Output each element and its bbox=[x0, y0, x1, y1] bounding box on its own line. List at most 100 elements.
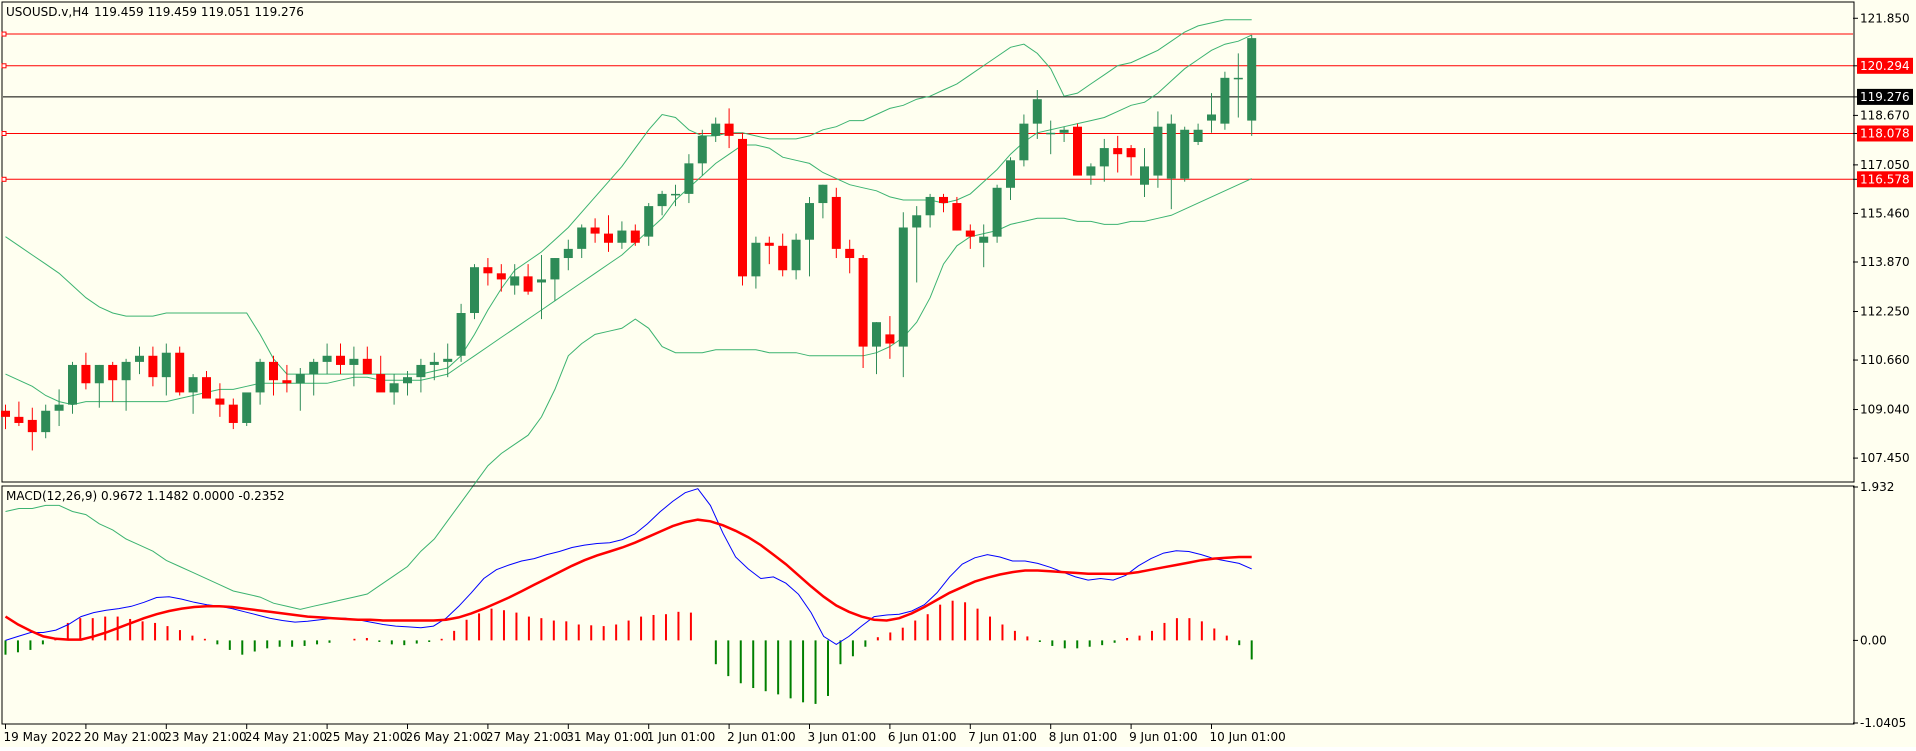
candle bbox=[470, 264, 479, 320]
candle bbox=[831, 187, 841, 259]
price-tick-label: 110.660 bbox=[1860, 353, 1910, 367]
candle-body bbox=[1166, 123, 1176, 179]
candle-body bbox=[27, 419, 37, 433]
candle-body bbox=[1180, 129, 1190, 179]
time-tick-label: 26 May 21:00 bbox=[406, 730, 488, 744]
candle-body bbox=[188, 377, 198, 393]
time-tick-label: 31 May 01:00 bbox=[566, 730, 648, 744]
time-tick-label: 7 Jun 01:00 bbox=[968, 730, 1037, 744]
candle-body bbox=[952, 203, 962, 231]
trading-chart-window[interactable]: 121.850 120.294 119.276 118.670 118.078 117.0… bbox=[0, 0, 1916, 747]
candle-body bbox=[470, 267, 479, 314]
candle-body bbox=[630, 230, 640, 243]
chart-canvas[interactable]: 121.850 120.294 119.276 118.670 118.078 117.0… bbox=[0, 0, 1916, 747]
candle-body bbox=[376, 374, 386, 393]
current-price-tag-label: 119.276 bbox=[1860, 90, 1910, 104]
candle-body bbox=[403, 377, 412, 384]
candle-body bbox=[135, 355, 144, 362]
candle-body bbox=[148, 355, 158, 378]
time-tick-label: 9 Jun 01:00 bbox=[1129, 730, 1198, 744]
candle-body bbox=[738, 138, 747, 277]
candle-body bbox=[858, 258, 868, 347]
candle-body bbox=[161, 352, 171, 378]
time-tick-label: 6 Jun 01:00 bbox=[888, 730, 957, 744]
candle-body bbox=[724, 123, 734, 136]
level-price-tag-label: 118.078 bbox=[1860, 126, 1910, 140]
candle-body bbox=[751, 242, 761, 277]
candle-body bbox=[228, 404, 238, 423]
candle-body bbox=[523, 276, 533, 292]
candle-body bbox=[1019, 123, 1029, 161]
time-tick-label: 10 Jun 01:00 bbox=[1210, 730, 1286, 744]
candle-body bbox=[456, 313, 466, 356]
candle-body bbox=[657, 193, 667, 207]
candle-body bbox=[242, 392, 252, 423]
candle-body bbox=[979, 236, 989, 243]
candle-body bbox=[1113, 148, 1123, 155]
candle-body bbox=[295, 374, 305, 384]
candle-body bbox=[483, 267, 493, 274]
candle bbox=[1073, 123, 1082, 176]
macd-tick-label: -1.0405 bbox=[1860, 716, 1906, 730]
candle-body bbox=[202, 377, 211, 399]
macd-label: MACD(12,26,9) 0.9672 1.1482 0.0000 -0.23… bbox=[6, 489, 285, 503]
candle-body bbox=[54, 404, 64, 411]
time-tick-label: 19 May 2022 bbox=[4, 730, 82, 744]
candle-body bbox=[1046, 132, 1056, 135]
level-handle-1 bbox=[1, 63, 7, 69]
time-tick-label: 24 May 21:00 bbox=[245, 730, 327, 744]
time-tick-label: 25 May 21:00 bbox=[325, 730, 407, 744]
symbol-label: USOUSD.v,H4 bbox=[6, 5, 89, 19]
candle-body bbox=[577, 227, 587, 249]
candle-body bbox=[939, 196, 948, 204]
candle-body bbox=[831, 196, 841, 249]
candle-body bbox=[1247, 38, 1257, 121]
price-tick-label: 118.670 bbox=[1860, 108, 1910, 122]
time-tick-label: 27 May 21:00 bbox=[486, 730, 568, 744]
candle-body bbox=[805, 203, 814, 240]
price-tick-label: 117.050 bbox=[1860, 158, 1910, 172]
candle-body bbox=[845, 248, 855, 259]
candle-body bbox=[1006, 160, 1015, 188]
candle-body bbox=[644, 206, 654, 237]
candle-body bbox=[550, 258, 560, 280]
candle-body bbox=[1193, 129, 1203, 142]
candle-body bbox=[764, 242, 774, 246]
time-tick-label: 8 Jun 01:00 bbox=[1049, 730, 1118, 744]
candle bbox=[1180, 126, 1190, 182]
candle-body bbox=[1207, 114, 1216, 121]
candle-body bbox=[255, 361, 265, 393]
candle-body bbox=[537, 279, 546, 283]
candle-body bbox=[336, 355, 345, 365]
candle-body bbox=[416, 364, 426, 378]
ohlc-label: 119.459 119.459 119.051 119.276 bbox=[94, 5, 304, 19]
candle-body bbox=[898, 227, 908, 347]
price-tick-label: 112.250 bbox=[1860, 304, 1910, 318]
level-price-tag-label: 116.578 bbox=[1860, 172, 1910, 186]
candle-body bbox=[711, 123, 721, 136]
candle-body bbox=[1099, 148, 1109, 167]
price-tick-label: 107.450 bbox=[1860, 451, 1910, 465]
candle-body bbox=[108, 364, 118, 381]
candle-body bbox=[1233, 77, 1243, 80]
time-tick-label: 23 May 21:00 bbox=[164, 730, 246, 744]
candle-body bbox=[94, 364, 104, 384]
candle bbox=[738, 132, 747, 286]
candle-body bbox=[362, 358, 372, 375]
candle-body bbox=[429, 361, 439, 365]
time-tick-label: 2 Jun 01:00 bbox=[727, 730, 796, 744]
candle-body bbox=[872, 322, 881, 347]
candle-body bbox=[282, 380, 292, 384]
candle-body bbox=[885, 334, 895, 344]
time-tick-label: 1 Jun 01:00 bbox=[647, 730, 716, 744]
candle bbox=[242, 392, 252, 427]
candle-body bbox=[269, 361, 278, 381]
level-handle-0 bbox=[1, 31, 7, 37]
candle-body bbox=[1, 410, 10, 417]
candle-body bbox=[992, 187, 1002, 237]
candle-body bbox=[1059, 129, 1069, 133]
candle-body bbox=[1032, 99, 1042, 124]
candle-body bbox=[791, 239, 801, 271]
candle-body bbox=[965, 230, 975, 237]
candle-body bbox=[41, 410, 51, 433]
